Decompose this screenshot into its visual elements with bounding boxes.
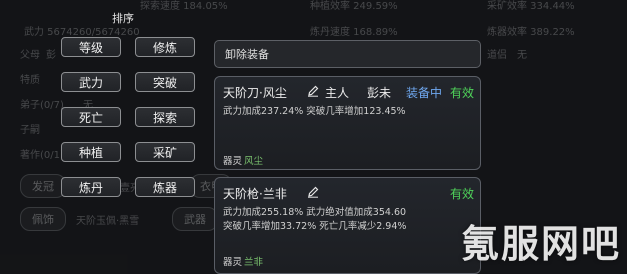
unequip-button[interactable]: 卸除装备 bbox=[214, 40, 481, 68]
sort-title: 排序 bbox=[112, 12, 134, 25]
sort-level-button[interactable]: 等级 bbox=[61, 37, 121, 57]
sort-explore-button[interactable]: 探索 bbox=[135, 107, 195, 127]
sort-forge-button[interactable]: 炼器 bbox=[135, 177, 195, 197]
watermark-logo: 氪服网吧 bbox=[460, 222, 621, 266]
spirit-name: 兰非 bbox=[244, 257, 264, 268]
sort-breakthrough-button[interactable]: 突破 bbox=[135, 72, 195, 92]
sort-mine-button[interactable]: 采矿 bbox=[135, 142, 195, 162]
spirit-label: 器灵 bbox=[223, 156, 243, 167]
equipment-title: 天阶刀·风尘 bbox=[223, 86, 287, 100]
sort-cultivation-button[interactable]: 修炼 bbox=[135, 37, 195, 57]
owner-name: 彭未 bbox=[367, 86, 392, 100]
valid-status: 有效 bbox=[450, 86, 475, 100]
equipment-stat-line: 突破几率增加33.72% 死亡几率减少2.94% bbox=[223, 221, 407, 232]
equipment-title: 天阶枪·兰非 bbox=[223, 187, 287, 201]
owner-label: 主人 bbox=[325, 86, 350, 100]
edit-pen-icon[interactable] bbox=[307, 186, 319, 198]
equipment-stat-line: 武力加成237.24% 突破几率增加123.45% bbox=[223, 106, 406, 117]
sort-alchemy-button[interactable]: 炼丹 bbox=[61, 177, 121, 197]
equipment-card[interactable]: 天阶刀·风尘 主人 彭未 装备中 有效 武力加成237.24% 突破几率增加12… bbox=[214, 76, 481, 170]
equipment-stat-line: 武力加成255.18% 武力绝对值加成354.60 bbox=[223, 207, 407, 218]
equipment-card[interactable]: 天阶枪·兰非 有效 武力加成255.18% 武力绝对值加成354.60 突破几率… bbox=[214, 177, 481, 274]
sort-plant-button[interactable]: 种植 bbox=[61, 142, 121, 162]
spirit-label: 器灵 bbox=[223, 257, 243, 268]
spirit-name: 风尘 bbox=[244, 156, 264, 167]
edit-pen-icon[interactable] bbox=[307, 85, 319, 97]
equipped-status: 装备中 bbox=[406, 86, 443, 100]
sort-death-button[interactable]: 死亡 bbox=[61, 107, 121, 127]
valid-status: 有效 bbox=[450, 187, 475, 201]
sort-force-button[interactable]: 武力 bbox=[61, 72, 121, 92]
